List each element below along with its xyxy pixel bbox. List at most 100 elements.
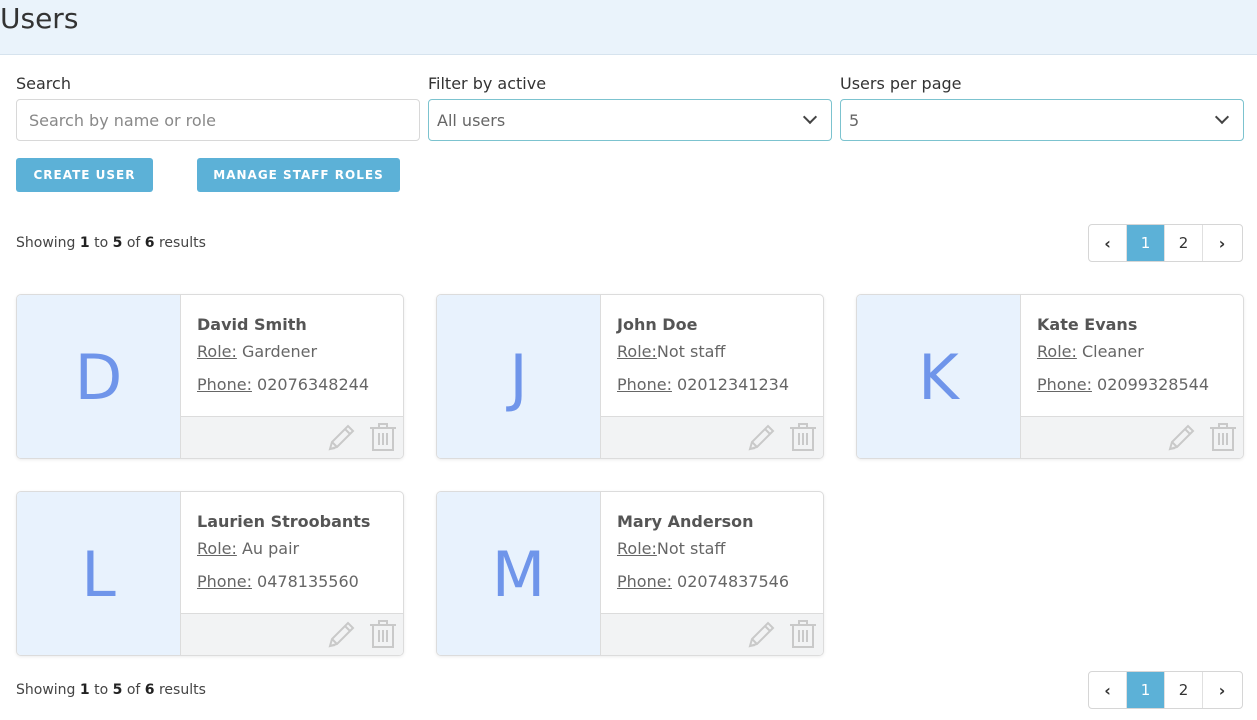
avatar: J [437,295,601,458]
user-card: K Kate Evans Role: Cleaner Phone: 020993… [856,294,1244,459]
pagination-next-button[interactable]: › [1203,672,1241,708]
summary-to-word: to [94,682,109,698]
user-phone: Phone: 02076348244 [197,375,395,394]
trash-icon[interactable] [1207,421,1239,453]
page-header: Users [0,0,1257,55]
user-name: Kate Evans [1037,315,1138,334]
user-role: Role: Au pair [197,539,395,558]
summary-prefix: Showing [16,682,76,698]
pencil-icon[interactable] [326,618,358,650]
summary-suffix: results [158,682,206,698]
pagination-page-2[interactable]: 2 [1165,225,1203,261]
summary-from: 1 [79,682,90,698]
results-summary-top: Showing 1 to 5 of 6 results [16,235,206,251]
pencil-icon[interactable] [746,618,778,650]
results-summary-bottom: Showing 1 to 5 of 6 results [16,682,206,698]
avatar: L [17,492,181,655]
avatar: M [437,492,601,655]
phone-label: Phone: [197,572,252,591]
pencil-icon[interactable] [746,421,778,453]
role-label: Role: [197,539,237,558]
summary-of-word: of [126,235,141,251]
user-name: Laurien Stroobants [197,512,371,531]
chevron-down-icon [802,109,818,125]
user-role: Role: Cleaner [1037,342,1235,361]
filter-active-value: All users [437,110,506,130]
role-value: Not staff [656,539,726,558]
avatar: K [857,295,1021,458]
summary-prefix: Showing [16,235,76,251]
role-value: Cleaner [1076,342,1144,361]
phone-label: Phone: [617,572,672,591]
summary-suffix: results [158,235,206,251]
trash-icon[interactable] [367,618,399,650]
phone-label: Phone: [1037,375,1092,394]
phone-value: 02076348244 [251,375,370,394]
user-name: John Doe [617,315,698,334]
role-label: Role: [617,539,657,558]
user-phone: Phone: 02012341234 [617,375,815,394]
pencil-icon[interactable] [326,421,358,453]
pagination-page-1[interactable]: 1 [1127,225,1165,261]
search-label: Search [16,74,71,93]
filter-active-label: Filter by active [428,74,547,93]
summary-total: 6 [144,235,155,251]
user-role: Role:Not staff [617,539,815,558]
phone-label: Phone: [617,375,672,394]
role-value: Au pair [236,539,300,558]
manage-staff-roles-button[interactable]: MANAGE STAFF ROLES [197,158,400,192]
role-label: Role: [617,342,657,361]
user-card: M Mary Anderson Role:Not staff Phone: 02… [436,491,824,656]
role-label: Role: [197,342,237,361]
summary-from: 1 [79,235,90,251]
card-actions [601,416,823,458]
card-actions [601,613,823,655]
pagination-page-2[interactable]: 2 [1165,672,1203,708]
card-actions [1021,416,1243,458]
user-card: J John Doe Role:Not staff Phone: 0201234… [436,294,824,459]
user-phone: Phone: 02099328544 [1037,375,1235,394]
phone-value: 02099328544 [1091,375,1210,394]
search-placeholder: Search by name or role [29,110,216,130]
pagination-next-button[interactable]: › [1203,225,1241,261]
user-name: David Smith [197,315,307,334]
per-page-label: Users per page [840,74,962,93]
user-card: L Laurien Stroobants Role: Au pair Phone… [16,491,404,656]
trash-icon[interactable] [787,618,819,650]
role-label: Role: [1037,342,1077,361]
summary-to: 5 [112,682,123,698]
phone-label: Phone: [197,375,252,394]
pagination-page-1[interactable]: 1 [1127,672,1165,708]
trash-icon[interactable] [367,421,399,453]
per-page-select[interactable]: 5 [840,99,1244,141]
user-role: Role:Not staff [617,342,815,361]
per-page-value: 5 [849,110,860,130]
summary-to-word: to [94,235,109,251]
avatar: D [17,295,181,458]
summary-total: 6 [144,682,155,698]
phone-value: 0478135560 [251,572,359,591]
user-role: Role: Gardener [197,342,395,361]
user-phone: Phone: 02074837546 [617,572,815,591]
pagination-prev-button[interactable]: ‹ [1089,225,1127,261]
user-name: Mary Anderson [617,512,754,531]
chevron-down-icon [1214,109,1230,125]
pencil-icon[interactable] [1166,421,1198,453]
pagination-prev-button[interactable]: ‹ [1089,672,1127,708]
user-card: D David Smith Role: Gardener Phone: 0207… [16,294,404,459]
card-actions [181,416,403,458]
summary-of-word: of [126,682,141,698]
role-value: Gardener [236,342,318,361]
summary-to: 5 [112,235,123,251]
pagination-top: ‹ 1 2 › [1088,224,1243,262]
search-input[interactable]: Search by name or role [16,99,420,141]
user-phone: Phone: 0478135560 [197,572,395,591]
pagination-bottom: ‹ 1 2 › [1088,671,1243,709]
role-value: Not staff [656,342,726,361]
card-actions [181,613,403,655]
create-user-button[interactable]: CREATE USER [16,158,153,192]
filter-active-select[interactable]: All users [428,99,832,141]
page-title: Users [0,2,79,35]
phone-value: 02074837546 [671,572,790,591]
trash-icon[interactable] [787,421,819,453]
